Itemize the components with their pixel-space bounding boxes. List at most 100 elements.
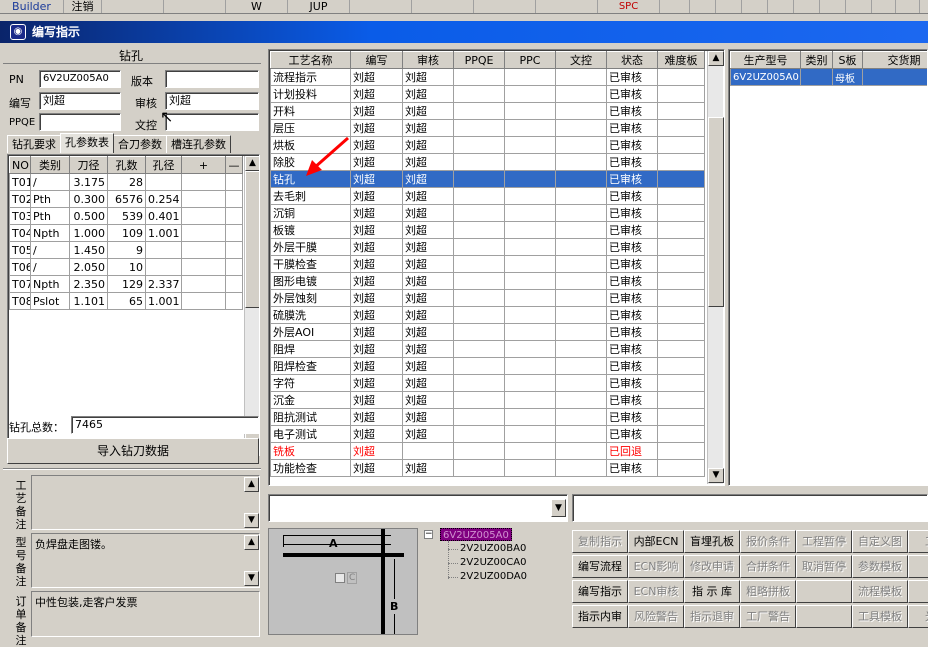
diagram-checkbox[interactable] xyxy=(335,573,345,583)
import-drill-button[interactable]: 导入钻刀数据 xyxy=(7,438,259,464)
action-button[interactable]: 合拼条件 xyxy=(740,555,796,578)
builder-button[interactable]: Builder xyxy=(0,0,64,14)
table-row[interactable]: T07Npth2.3501292.337 xyxy=(10,276,243,293)
binoculars-icon[interactable] xyxy=(896,0,920,14)
db-icon[interactable] xyxy=(412,0,474,14)
action-button[interactable]: 工厂警告 xyxy=(740,605,796,628)
scroll-up-icon[interactable]: ▲ xyxy=(708,51,724,66)
word-icon[interactable]: W xyxy=(226,0,288,14)
tree-child-3[interactable]: 2V2UZ00DA0 xyxy=(460,571,527,582)
print2-icon[interactable] xyxy=(872,0,896,14)
action-button[interactable]: 复制指示 xyxy=(572,530,628,553)
jup-button[interactable]: JUP xyxy=(288,0,350,14)
action-button[interactable]: 参数模板 xyxy=(852,555,908,578)
hole-col-header[interactable]: 孔径 xyxy=(146,157,182,174)
hole-col-header[interactable]: 刀径 xyxy=(70,157,108,174)
delete-icon[interactable] xyxy=(768,0,794,14)
process-col-header[interactable]: 文控 xyxy=(556,52,607,69)
action-button[interactable] xyxy=(796,580,852,603)
action-button[interactable]: 风险警告 xyxy=(628,605,684,628)
process-row[interactable]: 干膜检查刘超刘超已审核 xyxy=(271,256,705,273)
action-button[interactable]: 编写流程 xyxy=(572,555,628,578)
drill-total-field[interactable]: 7465 xyxy=(71,416,259,434)
process-col-header[interactable]: PPQE xyxy=(454,52,505,69)
process-row[interactable]: 板镀刘超刘超已审核 xyxy=(271,222,705,239)
action-button[interactable]: 工程暂停 xyxy=(796,530,852,553)
tree-child-2[interactable]: 2V2UZ00CA0 xyxy=(460,557,526,568)
process-row[interactable]: 硫膜洗刘超刘超已审核 xyxy=(271,307,705,324)
table-row[interactable]: T05/1.4509 xyxy=(10,242,243,259)
dropdown-arrow-icon[interactable]: ▼ xyxy=(551,499,566,517)
model-note-field[interactable]: 负焊盘走图镂。 ▲ ▼ xyxy=(31,533,260,588)
scroll-thumb[interactable] xyxy=(245,171,260,308)
pn-field[interactable]: 6V2UZ005A0 xyxy=(39,70,121,88)
process-row[interactable]: 沉金刘超刘超已审核 xyxy=(271,392,705,409)
process-col-header[interactable]: 编写 xyxy=(351,52,403,69)
hole-col-header[interactable]: 类别 xyxy=(31,157,70,174)
process-row[interactable]: 阻焊刘超刘超已审核 xyxy=(271,341,705,358)
table-row[interactable]: T08Pslot1.101651.001 xyxy=(10,293,243,310)
hole-col-header[interactable]: + xyxy=(182,157,226,174)
save-icon[interactable] xyxy=(794,0,820,14)
reviewer-field[interactable]: 刘超 xyxy=(165,92,259,110)
new-icon[interactable] xyxy=(716,0,742,14)
process-row[interactable]: 沉铜刘超刘超已审核 xyxy=(271,205,705,222)
table-row[interactable]: T01/3.17528 xyxy=(10,174,243,191)
tab-hole-params[interactable]: 孔参数表 xyxy=(60,133,114,153)
refresh-icon[interactable] xyxy=(660,0,690,14)
process-row[interactable]: 铣板刘超已回退 xyxy=(271,443,705,460)
tab-drill-requirements[interactable]: 钻孔要求 xyxy=(7,135,61,153)
bottom-left-combo[interactable]: ▼ xyxy=(268,494,568,522)
tree-root[interactable]: 6V2UZ005A0 xyxy=(440,528,512,541)
action-button[interactable]: 盲埋孔板 xyxy=(684,530,740,553)
tab-merge-params[interactable]: 合刀参数 xyxy=(113,135,167,153)
process-note-field[interactable]: ▲ ▼ xyxy=(31,475,260,530)
scroll-down-icon[interactable]: ▼ xyxy=(244,571,259,586)
action-button[interactable]: 自定义图 xyxy=(852,530,908,553)
production-col-header[interactable]: 类别 xyxy=(801,52,833,69)
writer-field[interactable]: 刘超 xyxy=(39,92,121,110)
action-button[interactable]: ECN影响 xyxy=(628,555,684,578)
action-button[interactable]: 光绘 xyxy=(908,605,928,628)
action-button[interactable]: 编写指示 xyxy=(572,580,628,603)
scroll-thumb[interactable] xyxy=(708,117,724,307)
process-row[interactable]: 外层干膜刘超刘超已审核 xyxy=(271,239,705,256)
process-row[interactable]: 开料刘超刘超已审核 xyxy=(271,103,705,120)
action-button[interactable]: 报价条件 xyxy=(740,530,796,553)
action-button[interactable] xyxy=(796,605,852,628)
action-button[interactable]: 内部ECN xyxy=(628,530,684,553)
table-row[interactable]: T02Pth0.30065760.254 xyxy=(10,191,243,208)
scroll-up-icon[interactable]: ▲ xyxy=(244,477,259,492)
print-icon[interactable] xyxy=(536,0,598,14)
hole-col-header[interactable]: — xyxy=(226,157,243,174)
hole-grid-vscrollbar[interactable]: ▲ ▼ xyxy=(244,156,259,440)
network-icon[interactable] xyxy=(474,0,536,14)
scroll-down-icon[interactable]: ▼ xyxy=(708,468,724,483)
logout-button[interactable]: 注销 xyxy=(64,0,102,14)
scroll-up-icon[interactable]: ▲ xyxy=(245,156,260,171)
process-row[interactable]: 字符刘超刘超已审核 xyxy=(271,375,705,392)
action-button[interactable]: ECN审核 xyxy=(628,580,684,603)
wenkong-field[interactable] xyxy=(165,113,259,131)
process-col-header[interactable]: 难度板 xyxy=(658,52,705,69)
order-note-field[interactable]: 中性包装,走客户发票 xyxy=(31,591,260,637)
action-button[interactable]: 工艺 xyxy=(908,530,928,553)
ppqe-field[interactable] xyxy=(39,113,121,131)
process-col-header[interactable]: 审核 xyxy=(403,52,454,69)
hole-col-header[interactable]: 孔数 xyxy=(108,157,146,174)
eye-icon[interactable] xyxy=(350,0,412,14)
scroll-up-icon[interactable]: ▲ xyxy=(244,535,259,550)
production-row[interactable]: 6V2UZ005A0母板 xyxy=(731,69,928,86)
process-row[interactable]: 图形电镀刘超刘超已审核 xyxy=(271,273,705,290)
process-row[interactable]: 流程指示刘超刘超已审核 xyxy=(271,69,705,86)
hole-col-header[interactable]: NO xyxy=(10,157,31,174)
undo-icon[interactable] xyxy=(820,0,846,14)
tree-collapse-icon[interactable]: − xyxy=(424,530,433,539)
action-button[interactable]: 指 示 库 xyxy=(684,580,740,603)
action-button[interactable]: 工具模板 xyxy=(852,605,908,628)
action-button[interactable]: 粗略拼板 xyxy=(740,580,796,603)
process-row[interactable]: 电子测试刘超刘超已审核 xyxy=(271,426,705,443)
action-button[interactable] xyxy=(908,580,928,603)
table-row[interactable]: T03Pth0.5005390.401 xyxy=(10,208,243,225)
action-button[interactable]: 指示内审 xyxy=(572,605,628,628)
